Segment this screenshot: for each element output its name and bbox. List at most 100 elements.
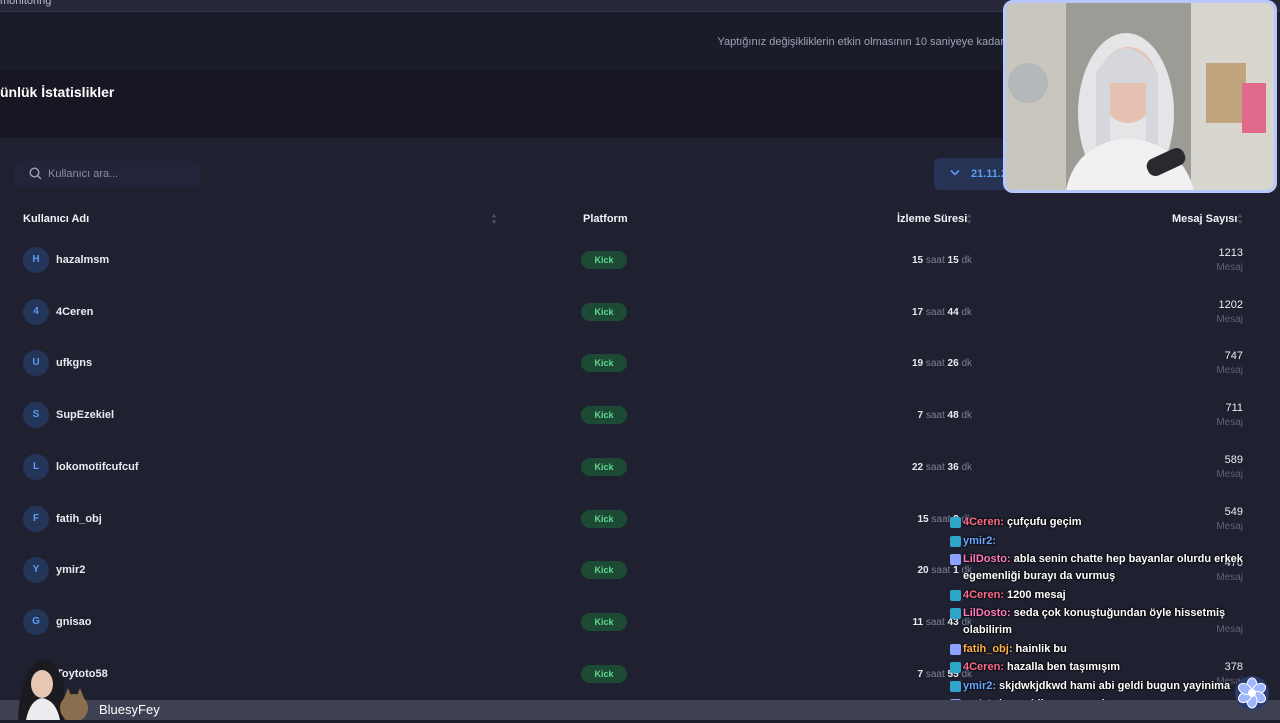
streamer-bar: BluesyFey [0,700,1280,720]
table-row[interactable]: Uufkgns Kick 19 saat 26 dk 747 Mesaj [0,337,1280,389]
hour-unit: saat [931,565,951,577]
minute-unit: dk [961,410,972,422]
chat-message: LilDosto: seda çok konuştuğundan öyle his… [950,605,1270,639]
chat-text: hainlik bu [1015,642,1067,655]
message-unit: Mesaj [1216,313,1243,325]
badge-icon [950,535,961,547]
hour-unit: saat [925,461,945,473]
chat-message: ymir2: [950,533,1270,550]
col-header-watch-time[interactable]: İzleme Süresi [897,213,967,225]
watch-minutes: 15 [947,255,959,266]
watch-minutes: 48 [947,410,959,422]
platform-badge: Kick [581,354,627,373]
table-row[interactable]: S SupEzekiel Kick 7 saat 48 dk 711 Mesaj [0,389,1280,441]
hour-unit: saat [925,410,945,422]
badge-icon [950,643,961,655]
page-title: ünlük İstatislikler [0,84,115,100]
username[interactable]: hazalmsm [56,254,109,266]
avatar: G [23,608,49,635]
watch-hours: 15 [911,255,924,266]
table-row[interactable]: 4 4Ceren Kick 17 saat 44 dk 1202 Mesaj [0,286,1280,338]
sort-icon[interactable] [1237,212,1243,226]
table-row[interactable]: Hhazalmsm Kick 15 saat 15 dk 1213 Mesaj [0,234,1280,286]
hour-unit: saat [925,306,945,318]
hour-unit: saat [925,668,945,680]
table-row[interactable]: Llokomotifcufcuf Kick 22 saat 36 dk 589 Mesa… [0,441,1280,493]
avatar: H [23,247,49,273]
badge-icon [950,608,961,619]
minute-unit: dk [961,306,972,318]
streamer-name: BluesyFey [99,702,160,717]
platform-badge: Kick [581,302,627,321]
message-count: 1213 [1218,247,1243,259]
sort-icon[interactable] [966,212,972,226]
watch-hours: 11 [912,616,924,628]
hour-unit: saat [925,616,945,628]
col-header-platform[interactable]: Platform [583,213,628,225]
platform-badge: Kick [581,509,627,528]
username[interactable]: gnisao [56,616,91,628]
chevron-down-icon [950,169,960,176]
chat-text: skjdwkjdkwd hami abi geldi bugun yayinim… [999,679,1231,692]
watch-minutes: 26 [947,358,959,370]
platform-badge: Kick [581,664,627,683]
badge-icon [950,662,961,673]
date-label: 21.11.2 [971,168,1008,180]
username[interactable]: lokomotifcufcuf [56,461,139,473]
sort-icon[interactable] [491,212,497,226]
message-unit: Mesaj [1216,365,1243,377]
platform-badge: Kick [581,612,627,631]
watch-time: 15 saat 15 dk [912,255,972,266]
search-icon [29,167,42,180]
username[interactable]: 4Ceren [56,306,93,318]
chat-username: 4Ceren: [963,516,1004,528]
col-header-user[interactable]: Kullanıcı Adı [23,213,89,225]
avatar: 4 [23,298,49,325]
search-box[interactable] [14,161,200,187]
breadcrumb[interactable]: monitoring [0,0,51,7]
avatar: S [23,402,49,429]
watch-minutes: 44 [947,306,959,318]
watch-time: 19 saat 26 dk [912,358,972,369]
badge-icon [950,517,961,528]
flower-logo-icon [1235,676,1269,710]
chat-username: 4Ceren: [963,661,1004,673]
badge-icon [950,554,961,565]
chat-text: hazalla ben taşımışım [1006,661,1121,673]
avatar: F [23,505,49,532]
minute-unit: dk [961,461,972,473]
hour-unit: saat [925,358,945,370]
streamer-avatar [18,660,88,720]
username[interactable]: ufkgns [56,357,92,369]
message-unit: Mesaj [1216,468,1243,480]
username[interactable]: ymir2 [56,564,85,576]
chat-username: ymir2: [963,679,997,692]
badge-icon [950,680,961,692]
chat-username: fatih_obj: [963,642,1013,655]
watch-hours: 19 [911,358,924,370]
message-count: 747 [1224,350,1243,363]
section-header: ünlük İstatislikler [0,70,1010,138]
username[interactable]: SupEzekiel [56,409,114,421]
date-picker-button[interactable]: 21.11.2 [934,158,1010,190]
chat-message: fatih_obj: hainlik bu [950,641,1270,658]
chat-message: 4Ceren: çufçufu geçim [950,514,1270,531]
avatar: U [23,350,49,377]
notice-text: Yaptığınız değişikliklerin etkin olmasın… [717,36,1004,48]
message-unit: Mesaj [1216,262,1243,273]
watch-hours: 7 [917,668,924,680]
platform-badge: Kick [581,457,627,476]
chat-message: 4Ceren: hazalla ben taşımışım [950,659,1270,676]
watch-time: 7 saat 48 dk [918,410,973,421]
watch-hours: 20 [917,565,929,577]
message-count: 711 [1225,402,1243,415]
platform-badge: Kick [581,561,627,580]
message-unit: Mesaj [1216,417,1243,429]
username[interactable]: fatih_obj [56,513,102,525]
col-header-messages[interactable]: Mesaj Sayısı [1172,213,1237,225]
search-input[interactable] [48,164,194,184]
chat-username: LilDosto: [963,553,1011,565]
minute-unit: dk [961,255,972,266]
watch-time: 17 saat 44 dk [912,307,972,318]
watch-hours: 15 [917,513,929,525]
